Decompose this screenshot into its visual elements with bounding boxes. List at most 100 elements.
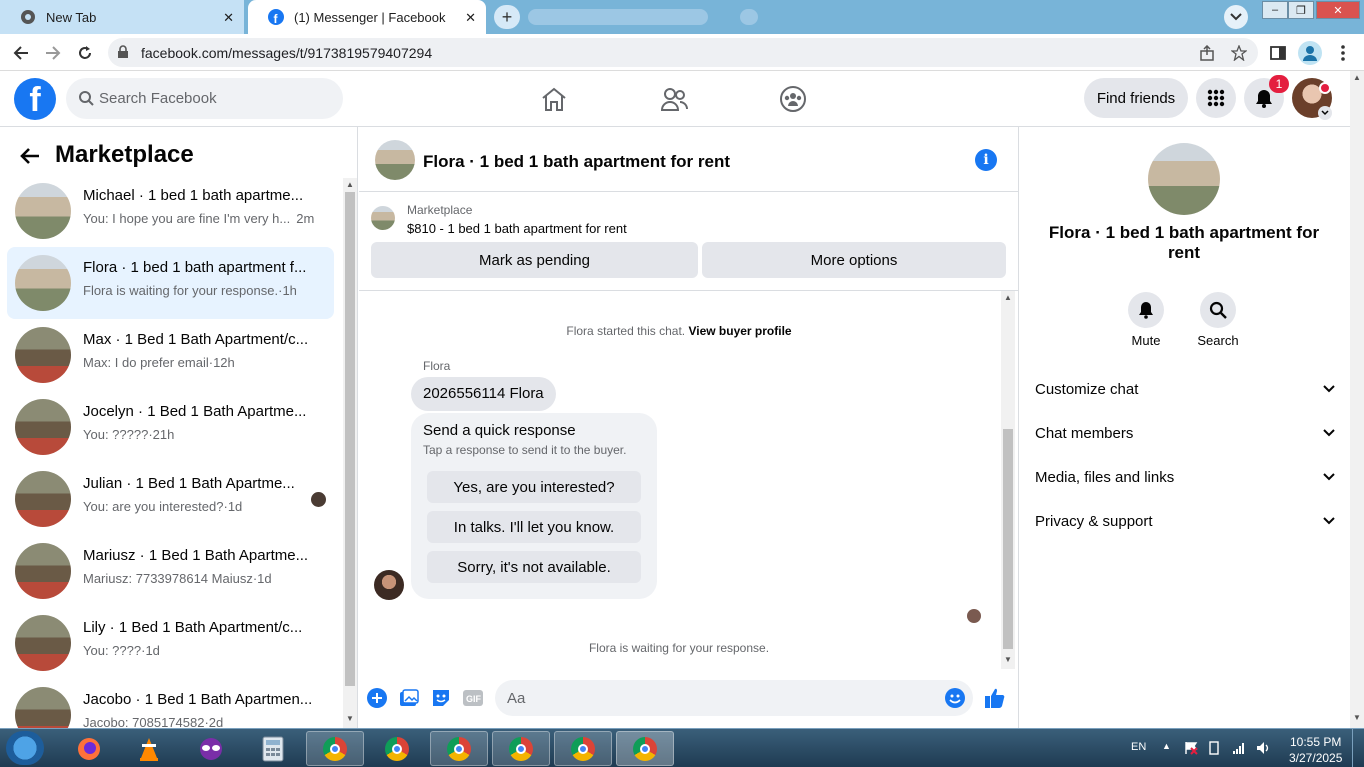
tab-messenger[interactable]: f (1) Messenger | Facebook ✕ (248, 0, 486, 34)
chrome-icon[interactable] (368, 731, 426, 766)
groups-icon[interactable] (778, 85, 808, 113)
more-options-button[interactable]: More options (702, 242, 1006, 278)
quick-response-button[interactable]: Sorry, it's not available. (427, 551, 641, 583)
chevron-down-icon (1230, 13, 1242, 21)
show-desktop-button[interactable] (1352, 729, 1364, 767)
chevron-down-icon (1323, 473, 1335, 481)
photo-icon[interactable] (398, 687, 420, 709)
back-arrow-icon[interactable] (20, 147, 40, 170)
tab-new-tab[interactable]: New Tab ✕ (0, 0, 244, 34)
list-item[interactable]: Jocelyn · 1 Bed 1 Bath Apartme... You: ?… (7, 391, 334, 463)
vlc-icon[interactable] (120, 731, 178, 766)
list-item[interactable]: Julian · 1 Bed 1 Bath Apartme... You: ar… (7, 463, 334, 535)
scroll-down-icon[interactable]: ▼ (346, 714, 354, 723)
mute-button[interactable] (1128, 292, 1164, 328)
action-center-flag-icon[interactable] (1184, 741, 1198, 760)
avatar (15, 327, 71, 383)
clock-date[interactable]: 3/27/2025 (1289, 751, 1342, 765)
read-receipt-avatar (967, 609, 981, 623)
maximize-button[interactable]: ❐ (1288, 1, 1314, 19)
lock-icon[interactable] (117, 45, 129, 64)
privacy-support-row[interactable]: Privacy & support (1035, 506, 1335, 536)
sticker-icon[interactable] (430, 687, 452, 709)
close-tab-icon[interactable]: ✕ (465, 10, 476, 26)
page-scrollbar[interactable] (1350, 71, 1364, 728)
quick-response-button[interactable]: Yes, are you interested? (427, 471, 641, 503)
view-buyer-profile-link[interactable]: View buyer profile (688, 324, 791, 338)
calculator-icon[interactable] (244, 731, 302, 766)
start-button[interactable] (6, 731, 44, 765)
scroll-down-icon[interactable]: ▼ (1353, 713, 1361, 722)
quick-response-button[interactable]: In talks. I'll let you know. (427, 511, 641, 543)
message-bubble[interactable]: 2026556114 Flora (411, 377, 556, 411)
taskbar: EN ▲ 10:55 PM 3/27/2025 (0, 728, 1364, 767)
volume-icon[interactable] (1256, 741, 1272, 760)
info-icon[interactable]: i (975, 149, 997, 171)
media-files-links-row[interactable]: Media, files and links (1035, 462, 1335, 492)
mask-app-icon[interactable] (182, 731, 240, 766)
list-item[interactable]: Max · 1 Bed 1 Bath Apartment/c... Max: I… (7, 319, 334, 391)
chrome-icon[interactable] (492, 731, 550, 766)
scroll-up-icon[interactable]: ▲ (346, 180, 354, 189)
emoji-icon[interactable] (945, 688, 965, 713)
device-icon[interactable] (1208, 741, 1220, 760)
forward-arrow-icon[interactable] (42, 42, 64, 64)
message-input[interactable]: Aa (495, 680, 973, 716)
chat-members-row[interactable]: Chat members (1035, 418, 1335, 448)
listing-thumbnail[interactable] (371, 206, 395, 230)
search-button[interactable] (1200, 292, 1236, 328)
reload-icon[interactable] (74, 42, 96, 64)
avatar[interactable] (375, 140, 415, 180)
find-friends-button[interactable]: Find friends (1084, 78, 1188, 118)
new-tab-button[interactable]: + (494, 5, 520, 29)
menu-kebab-icon[interactable] (1332, 42, 1354, 64)
add-plus-icon[interactable] (366, 687, 388, 709)
share-icon[interactable] (1196, 42, 1218, 64)
seen-avatar (311, 492, 326, 507)
chevron-down-icon[interactable] (1318, 106, 1332, 120)
language-indicator[interactable]: EN (1131, 741, 1146, 753)
tray-expand-icon[interactable]: ▲ (1162, 741, 1171, 751)
section-label: Privacy & support (1035, 512, 1153, 530)
chrome-icon[interactable] (306, 731, 364, 766)
list-scrollbar-thumb[interactable] (345, 192, 355, 686)
list-item[interactable]: Lily · 1 Bed 1 Bath Apartment/c... You: … (7, 607, 334, 679)
minimize-button[interactable]: – (1262, 1, 1288, 19)
chrome-icon[interactable] (616, 731, 674, 766)
close-window-button[interactable]: ✕ (1316, 1, 1360, 19)
listing-price[interactable]: $810 - 1 bed 1 bath apartment for rent (407, 221, 627, 236)
preview-text: You: I hope you are fine I'm very h... (83, 211, 291, 226)
bookmark-star-icon[interactable] (1228, 42, 1250, 64)
avatar[interactable] (1148, 143, 1220, 215)
thread-scrollbar-thumb[interactable] (1003, 429, 1013, 649)
url-text[interactable]: facebook.com/messages/t/9173819579407294 (141, 45, 432, 61)
avatar[interactable] (374, 570, 404, 600)
gif-icon[interactable]: GIF (462, 687, 484, 709)
mark-pending-button[interactable]: Mark as pending (371, 242, 698, 278)
profile-icon[interactable] (1298, 41, 1322, 65)
chat-title[interactable]: Flora · 1 bed 1 bath apartment for rent (423, 152, 730, 172)
clock-time[interactable]: 10:55 PM (1290, 735, 1341, 749)
list-item[interactable]: Mariusz · 1 Bed 1 Bath Apartme... Marius… (7, 535, 334, 607)
facebook-logo-icon[interactable]: f (14, 78, 56, 120)
friends-icon[interactable] (659, 85, 689, 113)
list-item[interactable]: Jacobo · 1 Bed 1 Bath Apartmen... Jacobo… (7, 679, 334, 728)
firefox-icon[interactable] (60, 731, 118, 766)
menu-grid-icon[interactable] (1196, 78, 1236, 118)
list-item[interactable]: Flora · 1 bed 1 bath apartment f... Flor… (7, 247, 334, 319)
back-arrow-icon[interactable] (10, 42, 32, 64)
side-panel-icon[interactable] (1267, 42, 1289, 64)
home-icon[interactable] (539, 85, 569, 113)
network-signal-icon[interactable] (1232, 741, 1246, 760)
search-input[interactable]: Search Facebook (66, 78, 343, 119)
chrome-icon[interactable] (430, 731, 488, 766)
customize-chat-row[interactable]: Customize chat (1035, 374, 1335, 404)
scroll-up-icon[interactable]: ▲ (1004, 293, 1012, 302)
tab-search-button[interactable] (1224, 5, 1248, 29)
thumbs-up-icon[interactable] (984, 687, 1006, 709)
close-tab-icon[interactable]: ✕ (223, 10, 234, 26)
chrome-icon[interactable] (554, 731, 612, 766)
scroll-up-icon[interactable]: ▲ (1353, 73, 1361, 82)
list-item[interactable]: Michael · 1 bed 1 bath apartme... You: I… (7, 175, 334, 247)
scroll-down-icon[interactable]: ▼ (1004, 655, 1012, 664)
